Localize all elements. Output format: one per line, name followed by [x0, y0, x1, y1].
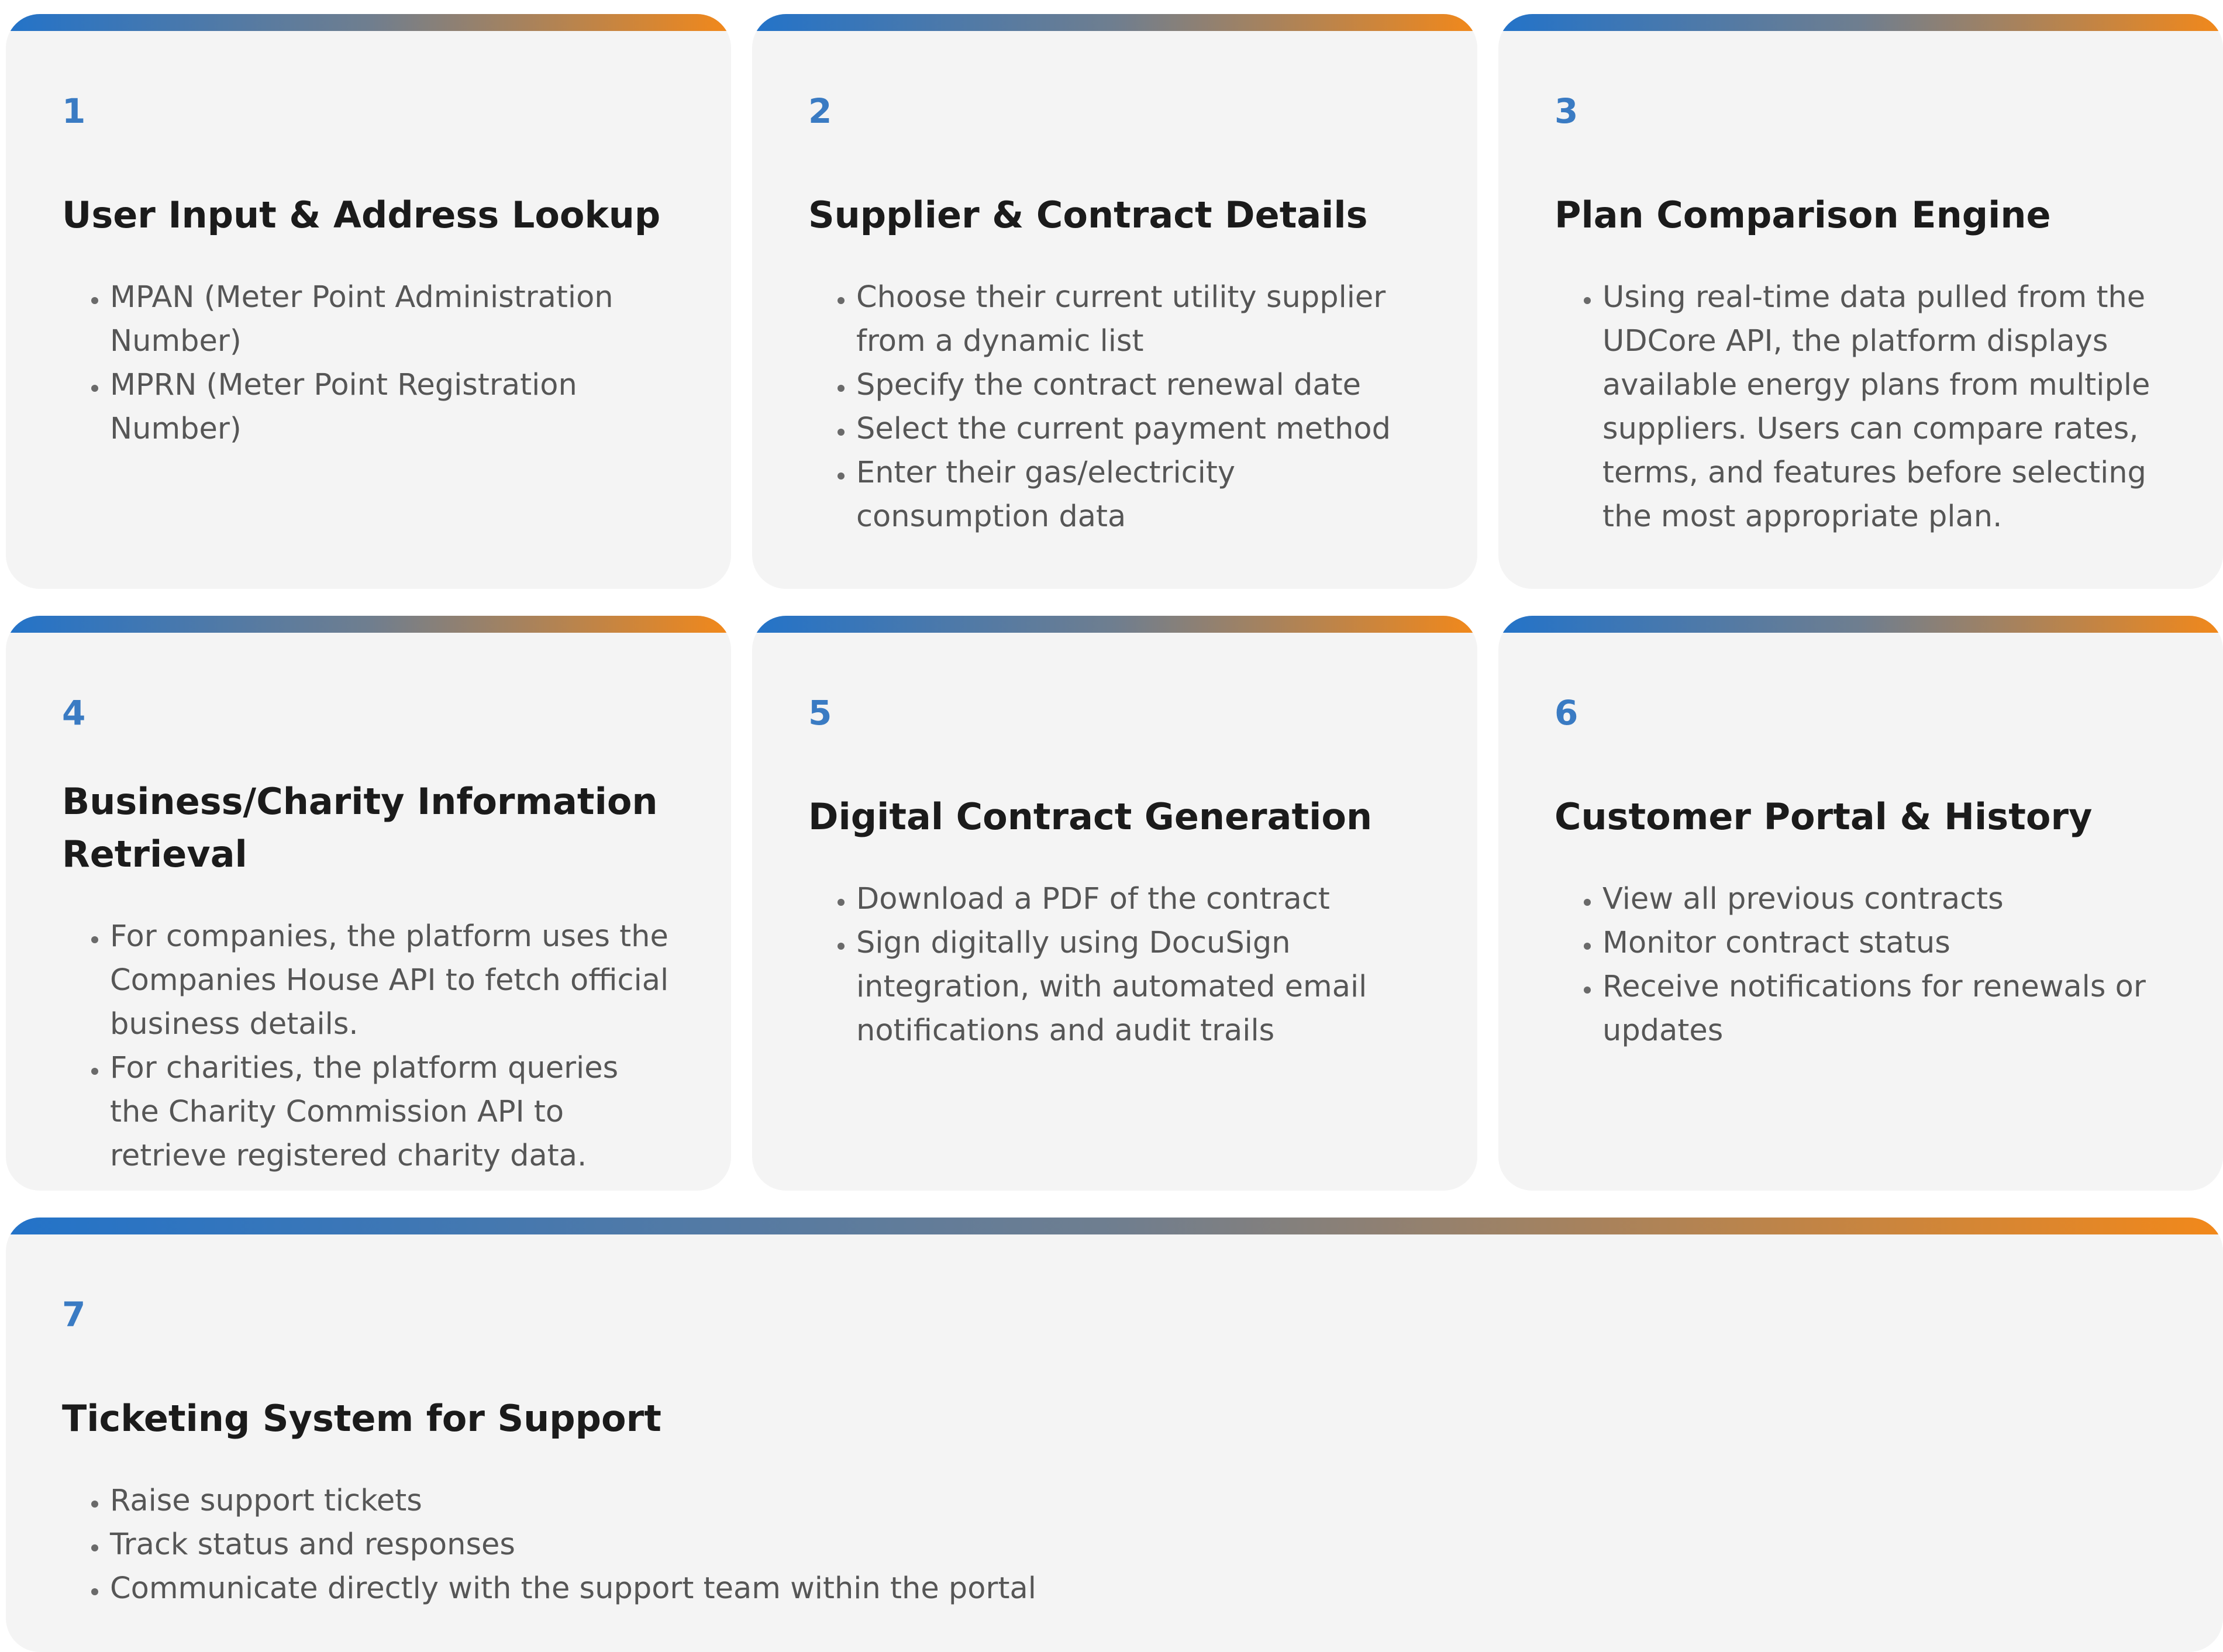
- list-item: Choose their current utility supplier fr…: [855, 275, 1421, 363]
- list-item: MPRN (Meter Point Registration Number): [109, 363, 675, 451]
- card-gradient-bar: [6, 1218, 2223, 1234]
- feature-card-7: 7 Ticketing System for Support Raise sup…: [6, 1218, 2223, 1652]
- card-title: Ticketing System for Support: [62, 1397, 661, 1440]
- list-item: Receive notifications for renewals or up…: [1601, 965, 2167, 1053]
- feature-card-5: 5 Digital Contract Generation Download a…: [752, 616, 1477, 1191]
- list-item: View all previous contracts: [1601, 877, 2167, 921]
- card-bullet-list: Using real-time data pulled from the UDC…: [1555, 275, 2167, 539]
- list-item: Raise support tickets: [109, 1479, 2167, 1523]
- card-bullet-list: Download a PDF of the contract Sign digi…: [808, 877, 1421, 1053]
- card-title: Plan Comparison Engine: [1555, 194, 2051, 236]
- card-gradient-bar: [752, 616, 1477, 633]
- list-item: Select the current payment method: [855, 407, 1421, 451]
- card-number: 4: [62, 693, 86, 733]
- card-number: 5: [808, 693, 832, 733]
- card-gradient-bar: [1498, 14, 2223, 31]
- card-title: Supplier & Contract Details: [808, 194, 1368, 236]
- card-title: Customer Portal & History: [1555, 795, 2093, 838]
- card-gradient-bar: [752, 14, 1477, 31]
- card-bullet-list: Choose their current utility supplier fr…: [808, 275, 1421, 539]
- card-number: 2: [808, 91, 832, 131]
- card-bullet-list: For companies, the platform uses the Com…: [62, 915, 675, 1178]
- feature-card-6: 6 Customer Portal & History View all pre…: [1498, 616, 2223, 1191]
- list-item: For charities, the platform queries the …: [109, 1046, 675, 1178]
- card-bullet-list: MPAN (Meter Point Administration Number)…: [62, 275, 675, 451]
- list-item: Using real-time data pulled from the UDC…: [1601, 275, 2167, 539]
- feature-card-3: 3 Plan Comparison Engine Using real-time…: [1498, 14, 2223, 589]
- list-item: Track status and responses: [109, 1523, 2167, 1567]
- card-bullet-list: Raise support tickets Track status and r…: [62, 1479, 2167, 1610]
- card-bullet-list: View all previous contracts Monitor cont…: [1555, 877, 2167, 1053]
- card-number: 6: [1555, 693, 1578, 733]
- card-gradient-bar: [6, 14, 731, 31]
- feature-card-4: 4 Business/Charity Information Retrieval…: [6, 616, 731, 1191]
- card-number: 3: [1555, 91, 1578, 131]
- feature-card-2: 2 Supplier & Contract Details Choose the…: [752, 14, 1477, 589]
- card-gradient-bar: [6, 616, 731, 633]
- card-title: User Input & Address Lookup: [62, 194, 661, 236]
- list-item: Download a PDF of the contract: [855, 877, 1421, 921]
- card-gradient-bar: [1498, 616, 2223, 633]
- list-item: Enter their gas/electricity consumption …: [855, 451, 1421, 539]
- feature-card-1: 1 User Input & Address Lookup MPAN (Mete…: [6, 14, 731, 589]
- list-item: MPAN (Meter Point Administration Number): [109, 275, 675, 363]
- card-number: 7: [62, 1295, 86, 1334]
- card-title: Business/Charity Information Retrieval: [62, 780, 658, 875]
- list-item: Sign digitally using DocuSign integratio…: [855, 921, 1421, 1053]
- card-number: 1: [62, 91, 86, 131]
- list-item: For companies, the platform uses the Com…: [109, 915, 675, 1046]
- list-item: Monitor contract status: [1601, 921, 2167, 965]
- card-title: Digital Contract Generation: [808, 795, 1373, 838]
- list-item: Specify the contract renewal date: [855, 363, 1421, 407]
- list-item: Communicate directly with the support te…: [109, 1567, 2167, 1610]
